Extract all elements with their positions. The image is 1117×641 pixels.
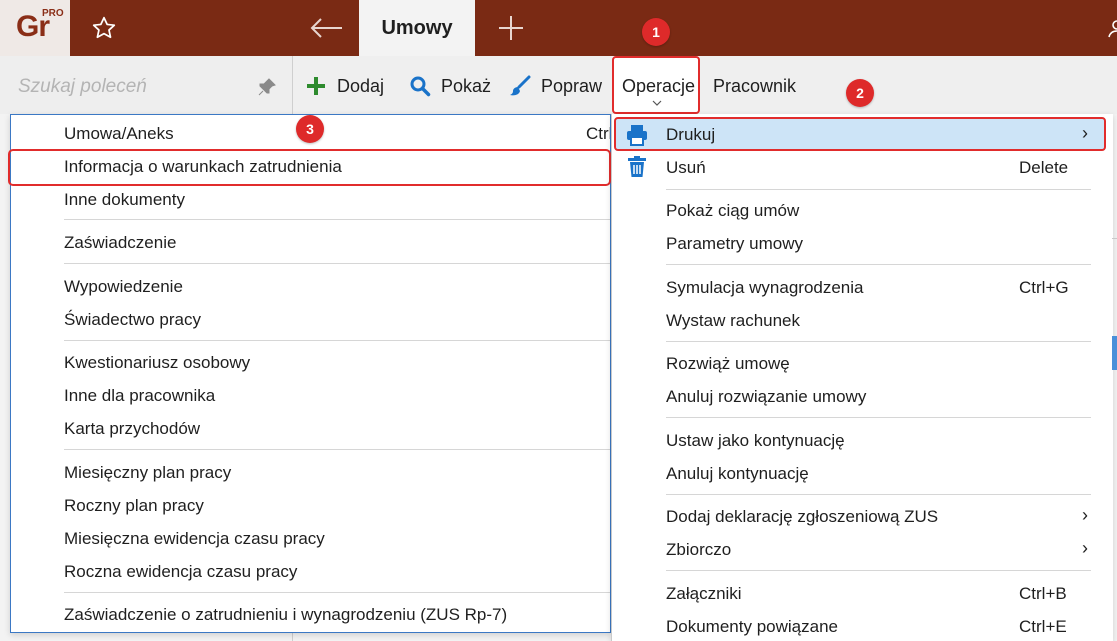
menu-item-anuluj-rozwiazanie[interactable]: Anuluj rozwiązanie umowy	[666, 387, 866, 407]
submenu-item-roczny-plan[interactable]: Roczny plan pracy	[64, 496, 204, 516]
annotation-highlight-3	[8, 149, 611, 186]
submenu-separator	[64, 263, 610, 264]
magnifier-icon	[409, 75, 431, 97]
menu-item-wystaw-rachunek[interactable]: Wystaw rachunek	[666, 311, 800, 331]
submenu-item-shortcut: Ctrl	[586, 124, 610, 143]
chevron-right-icon: ›	[1082, 505, 1088, 525]
menu-item-dokumenty-powiazane[interactable]: Dokumenty powiązane	[666, 617, 838, 637]
trash-icon	[628, 156, 646, 177]
annotation-badge-2: 2	[846, 79, 874, 107]
menu-separator	[666, 264, 1091, 265]
toolbar: Dodaj Pokaż Popraw Pracownik	[293, 56, 1117, 114]
submenu-separator	[64, 219, 610, 220]
operations-button[interactable]: Operacje	[612, 56, 700, 114]
favorites-star-icon[interactable]	[84, 11, 124, 45]
background-divider	[1112, 238, 1117, 239]
edit-button[interactable]: Popraw	[509, 74, 602, 98]
show-button[interactable]: Pokaż	[409, 74, 491, 98]
menu-item-usun[interactable]: Usuń	[666, 158, 706, 178]
chevron-right-icon: ›	[1082, 538, 1088, 558]
brush-icon	[509, 75, 531, 97]
employee-label: Pracownik	[713, 75, 797, 96]
search-input[interactable]: Szukaj poleceń	[18, 76, 147, 98]
menu-item-deklaracja-zus[interactable]: Dodaj deklarację zgłoszeniową ZUS	[666, 507, 938, 527]
menu-separator	[666, 189, 1091, 190]
submenu-item-zaswiadczenie[interactable]: Zaświadczenie	[64, 233, 176, 253]
chevron-right-icon: ›	[1082, 123, 1088, 143]
add-label: Dodaj	[337, 75, 385, 96]
menu-item-zbiorczo[interactable]: Zbiorczo	[666, 540, 731, 560]
submenu-item-zus-rp7[interactable]: Zaświadczenie o zatrudnieniu i wynagrodz…	[64, 605, 507, 625]
menu-item-drukuj[interactable]: Drukuj	[666, 125, 715, 145]
tab-umowy[interactable]: Umowy	[359, 0, 475, 56]
submenu-item-karta-przychodow[interactable]: Karta przychodów	[64, 419, 200, 439]
add-tab-icon[interactable]	[490, 8, 532, 48]
menu-separator	[666, 494, 1091, 495]
submenu-item-inne-dokumenty[interactable]: Inne dokumenty	[64, 190, 185, 210]
plus-icon	[305, 75, 327, 97]
menu-item-anuluj-kontynuacje[interactable]: Anuluj kontynuację	[666, 464, 809, 484]
menu-separator	[666, 570, 1091, 571]
menu-item-zalaczniki[interactable]: Załączniki	[666, 584, 742, 604]
submenu-item-wypowiedzenie[interactable]: Wypowiedzenie	[64, 277, 183, 297]
menu-shortcut-delete: Delete	[1019, 158, 1069, 177]
title-bar: Gr PRO Umowy	[0, 0, 1117, 56]
menu-item-parametry-umowy[interactable]: Parametry umowy	[666, 234, 803, 254]
employee-button[interactable]: Pracownik	[713, 74, 796, 98]
annotation-badge-1: 1	[642, 18, 670, 46]
show-label: Pokaż	[441, 75, 492, 96]
background-selection	[1112, 336, 1117, 370]
chevron-down-icon	[652, 100, 662, 106]
menu-shortcut-ctrl-e: Ctrl+E	[1019, 617, 1067, 636]
submenu-item-roczna-ewidencja[interactable]: Roczna ewidencja czasu pracy	[64, 562, 297, 582]
add-button[interactable]: Dodaj	[305, 74, 384, 98]
submenu-separator	[64, 592, 610, 593]
app-logo[interactable]: Gr PRO	[0, 0, 70, 56]
menu-separator	[666, 417, 1091, 418]
menu-shortcut-ctrl-g: Ctrl+G	[1019, 278, 1069, 297]
submenu-item-swiadectwo[interactable]: Świadectwo pracy	[64, 310, 201, 330]
menu-item-symulacja[interactable]: Symulacja wynagrodzenia	[666, 278, 864, 298]
pin-icon[interactable]	[256, 76, 278, 98]
submenu-separator	[64, 449, 610, 450]
annotation-badge-3: 3	[296, 115, 324, 143]
command-search[interactable]: Szukaj poleceń	[0, 56, 292, 114]
menu-item-rozwiaz-umowe[interactable]: Rozwiąż umowę	[666, 354, 790, 374]
menu-item-pokaz-ciag-umow[interactable]: Pokaż ciąg umów	[666, 201, 799, 221]
operations-menu	[611, 114, 1113, 641]
printer-icon	[627, 125, 647, 146]
submenu-item-miesieczny-plan[interactable]: Miesięczny plan pracy	[64, 463, 231, 483]
operations-label: Operacje	[622, 76, 696, 96]
submenu-item-kwestionariusz[interactable]: Kwestionariusz osobowy	[64, 353, 250, 373]
print-submenu: Umowa/Aneks Ctrl Informacja o warunkach …	[10, 114, 611, 633]
back-arrow-icon[interactable]	[300, 8, 352, 48]
user-icon[interactable]	[1106, 18, 1117, 38]
submenu-item-inne-dla-pracownika[interactable]: Inne dla pracownika	[64, 386, 215, 406]
menu-item-ustaw-kontynuacje[interactable]: Ustaw jako kontynuację	[666, 431, 845, 451]
logo-pro-badge: PRO	[42, 8, 64, 19]
menu-shortcut-ctrl-b: Ctrl+B	[1019, 584, 1067, 603]
submenu-separator	[64, 340, 610, 341]
menu-separator	[666, 341, 1091, 342]
submenu-item-miesieczna-ewidencja[interactable]: Miesięczna ewidencja czasu pracy	[64, 529, 325, 549]
submenu-item-umowa-aneks[interactable]: Umowa/Aneks	[64, 124, 174, 144]
edit-label: Popraw	[541, 75, 603, 96]
